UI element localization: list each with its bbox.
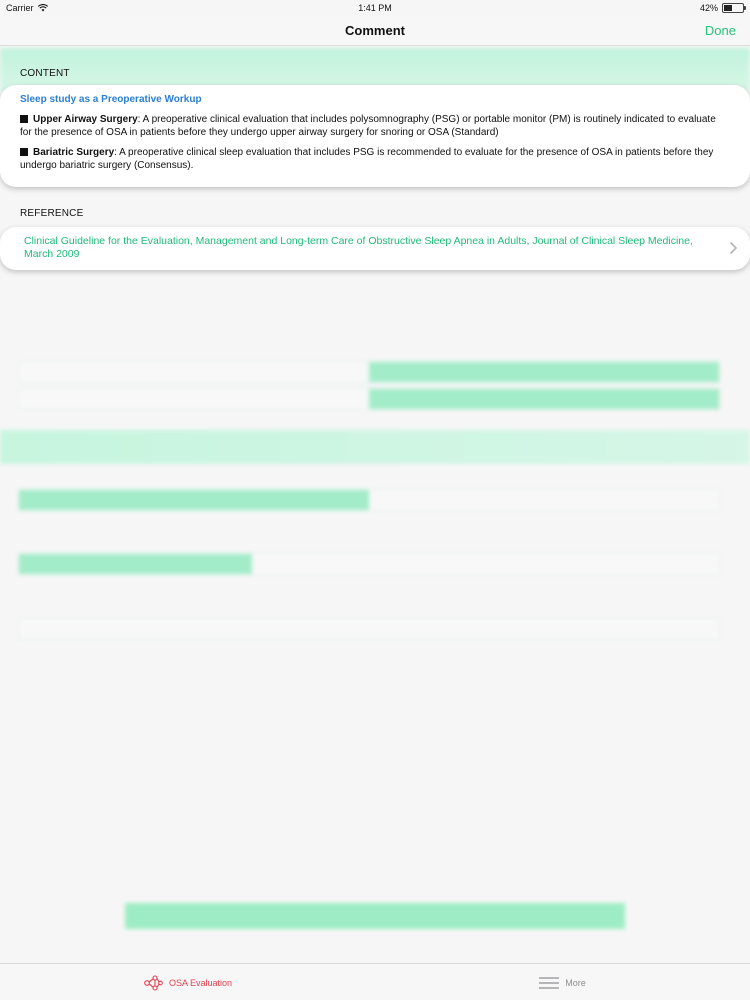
content-card: Sleep study as a Preoperative Workup Upp… (0, 85, 750, 187)
status-right: 42% (699, 0, 746, 16)
content-section-header: CONTENT (20, 68, 70, 79)
background-segment-1 (18, 361, 720, 383)
background-segment-4 (18, 553, 720, 575)
content-card-title: Sleep study as a Preoperative Workup (20, 94, 202, 105)
content-item-term: Bariatric Surgery (33, 147, 115, 158)
background-segment-2 (18, 388, 720, 410)
content-item-bariatric: Bariatric Surgery: A preoperative clinic… (20, 146, 730, 172)
battery-icon (722, 3, 746, 13)
tab-label: OSA Evaluation (168, 977, 233, 988)
tab-more[interactable]: More (375, 964, 750, 1000)
reference-link[interactable]: Clinical Guideline for the Evaluation, M… (24, 235, 714, 261)
background-section-band (0, 430, 750, 464)
content-item-term: Upper Airway Surgery (33, 114, 138, 125)
battery-percent: 42% (699, 3, 718, 13)
background-start-button (125, 903, 625, 929)
nav-title: Comment (345, 23, 405, 38)
tab-osa-evaluation[interactable]: OSA Evaluation (0, 964, 375, 1000)
tab-label: More (565, 977, 586, 988)
content-item-upper-airway: Upper Airway Surgery: A preoperative cli… (20, 113, 730, 139)
status-bar: Carrier 1:41 PM 42% (0, 0, 750, 16)
network-icon (144, 974, 163, 991)
done-button[interactable]: Done (705, 16, 736, 46)
reference-card[interactable]: Clinical Guideline for the Evaluation, M… (0, 227, 750, 270)
chevron-right-icon (730, 242, 737, 254)
tab-bar: OSA Evaluation More (0, 963, 750, 1000)
content-item-text: : A preoperative clinical sleep evaluati… (20, 147, 714, 171)
nav-bar: Comment Done (0, 16, 750, 46)
background-segment-3 (18, 489, 720, 511)
status-time: 1:41 PM (358, 3, 392, 13)
bullet-icon (20, 147, 28, 156)
battery-tip (744, 6, 746, 10)
background-segment-5 (18, 618, 720, 640)
reference-section-header: REFERENCE (20, 208, 84, 219)
bullet-icon (20, 114, 28, 123)
battery-fill (724, 5, 732, 11)
screen: Carrier 1:41 PM 42% Comment Done CONTENT… (0, 0, 750, 1000)
menu-icon (539, 976, 560, 989)
